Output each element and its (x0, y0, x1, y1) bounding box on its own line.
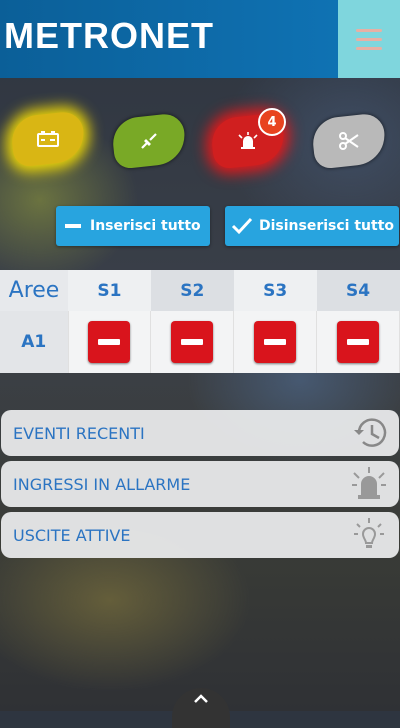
minus-icon (65, 224, 81, 228)
tamper-status[interactable] (310, 112, 388, 170)
sector-toggle-button[interactable] (337, 321, 380, 363)
recent-events-item[interactable]: EVENTI RECENTI (1, 410, 399, 456)
list-item-label: INGRESSI IN ALLARME (13, 474, 191, 494)
app-header: METRONET (0, 0, 400, 78)
list-item-label: EVENTI RECENTI (13, 423, 145, 443)
hamburger-icon (356, 28, 382, 32)
alarm-count-badge: 4 (258, 108, 286, 136)
plug-icon (141, 133, 157, 149)
column-header: S2 (150, 270, 234, 311)
alarm-inputs-item[interactable]: INGRESSI IN ALLARME (1, 461, 399, 507)
chevron-up-icon (194, 694, 208, 703)
menu-button[interactable] (338, 0, 400, 78)
minus-icon (181, 339, 204, 345)
column-header: S3 (233, 270, 317, 311)
checkmark-icon (231, 217, 253, 235)
status-icons-row (0, 110, 400, 172)
history-clock-icon (354, 418, 387, 447)
lightbulb-icon (354, 518, 384, 548)
list-item-label: USCITE ATTIVE (13, 525, 131, 545)
logo: METRONET (0, 0, 338, 78)
disarm-all-button[interactable]: Disinserisci tutto (225, 206, 399, 246)
areas-table: Aree S1 S2 S3 S4 A1 (0, 270, 400, 373)
battery-icon (37, 131, 59, 147)
column-header: S1 (68, 270, 151, 311)
table-corner-label: Aree (0, 270, 68, 311)
column-header: S4 (316, 270, 400, 311)
bottom-panel-handle[interactable] (172, 688, 230, 728)
minus-icon (98, 339, 121, 345)
battery-status[interactable] (9, 110, 87, 168)
table-row: A1 (0, 311, 400, 373)
logo-text: METRONET (4, 15, 214, 56)
sector-toggle-button[interactable] (171, 321, 214, 363)
minus-icon (264, 339, 287, 345)
minus-icon (347, 339, 370, 345)
sector-toggle-button[interactable] (254, 321, 297, 363)
sector-toggle-button[interactable] (88, 321, 131, 363)
arm-all-button[interactable]: Inserisci tutto (56, 206, 210, 246)
row-label: A1 (0, 311, 69, 373)
alarm-bell-icon (352, 467, 386, 499)
active-outputs-item[interactable]: USCITE ATTIVE (1, 512, 399, 558)
scissors-icon (339, 132, 359, 150)
power-status[interactable] (110, 112, 188, 170)
alarm-bell-icon (238, 132, 258, 149)
